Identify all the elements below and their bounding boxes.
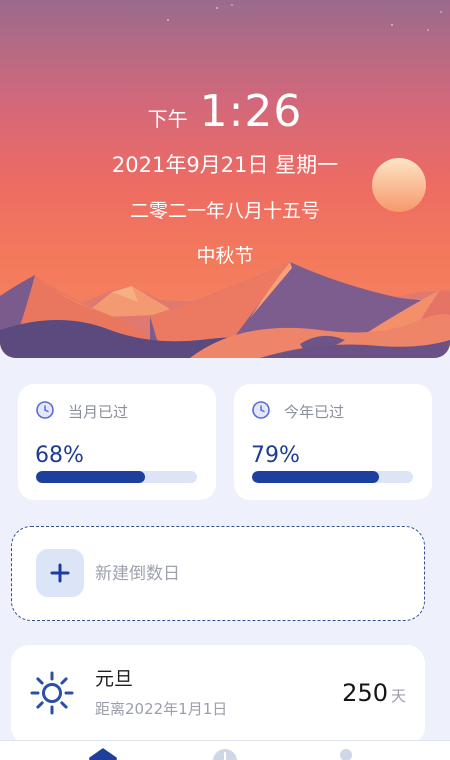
stat-percent: 68%	[35, 443, 84, 468]
clock-icon	[36, 401, 54, 419]
desert-illustration	[0, 0, 450, 358]
nav-item-profile[interactable]	[339, 748, 353, 760]
clock-icon	[252, 401, 270, 419]
time-period: 下午	[147, 107, 188, 131]
countdown-item[interactable]: 元旦 距离2022年1月1日 250 天	[11, 645, 425, 745]
clock-icon	[213, 749, 237, 760]
progress-bar	[252, 471, 413, 483]
stat-percent: 79%	[251, 443, 300, 468]
lunar-date: 二零二一年八月十五号	[129, 200, 320, 222]
new-countdown-card[interactable]: 新建倒数日	[11, 526, 425, 621]
new-countdown-label: 新建倒数日	[95, 564, 180, 584]
clock-time: 1:26	[199, 86, 303, 137]
stat-label: 当月已过	[68, 403, 129, 421]
year-progress-card[interactable]: 今年已过 79%	[234, 384, 432, 500]
countdown-days-number: 250	[342, 679, 388, 707]
month-progress-card[interactable]: 当月已过 68%	[18, 384, 216, 500]
progress-bar-fill	[36, 471, 146, 483]
festival-name: 中秋节	[196, 245, 254, 267]
bottom-nav	[0, 740, 450, 760]
gregorian-date: 2021年9月21日 星期一	[111, 153, 339, 177]
countdown-title: 元旦	[95, 668, 134, 690]
countdown-target-date: 距离2022年1月1日	[95, 700, 228, 718]
nav-item-clock[interactable]	[212, 748, 238, 760]
home-icon	[89, 748, 117, 760]
countdown-days: 250 天	[342, 679, 406, 707]
progress-bar-fill	[252, 471, 380, 483]
progress-bar	[36, 471, 197, 483]
user-icon	[340, 749, 352, 760]
plus-icon	[50, 563, 70, 583]
sun-icon	[30, 671, 74, 715]
hero-banner: 下午 1:26 2021年9月21日 星期一 二零二一年八月十五号 中秋节	[0, 0, 450, 358]
current-time: 下午 1:26	[0, 88, 450, 136]
stat-label: 今年已过	[284, 403, 345, 421]
add-countdown-button[interactable]	[36, 549, 84, 597]
countdown-days-unit: 天	[390, 687, 406, 705]
nav-item-home[interactable]	[89, 748, 117, 760]
app-screen: 下午 1:26 2021年9月21日 星期一 二零二一年八月十五号 中秋节 当月…	[0, 0, 450, 760]
